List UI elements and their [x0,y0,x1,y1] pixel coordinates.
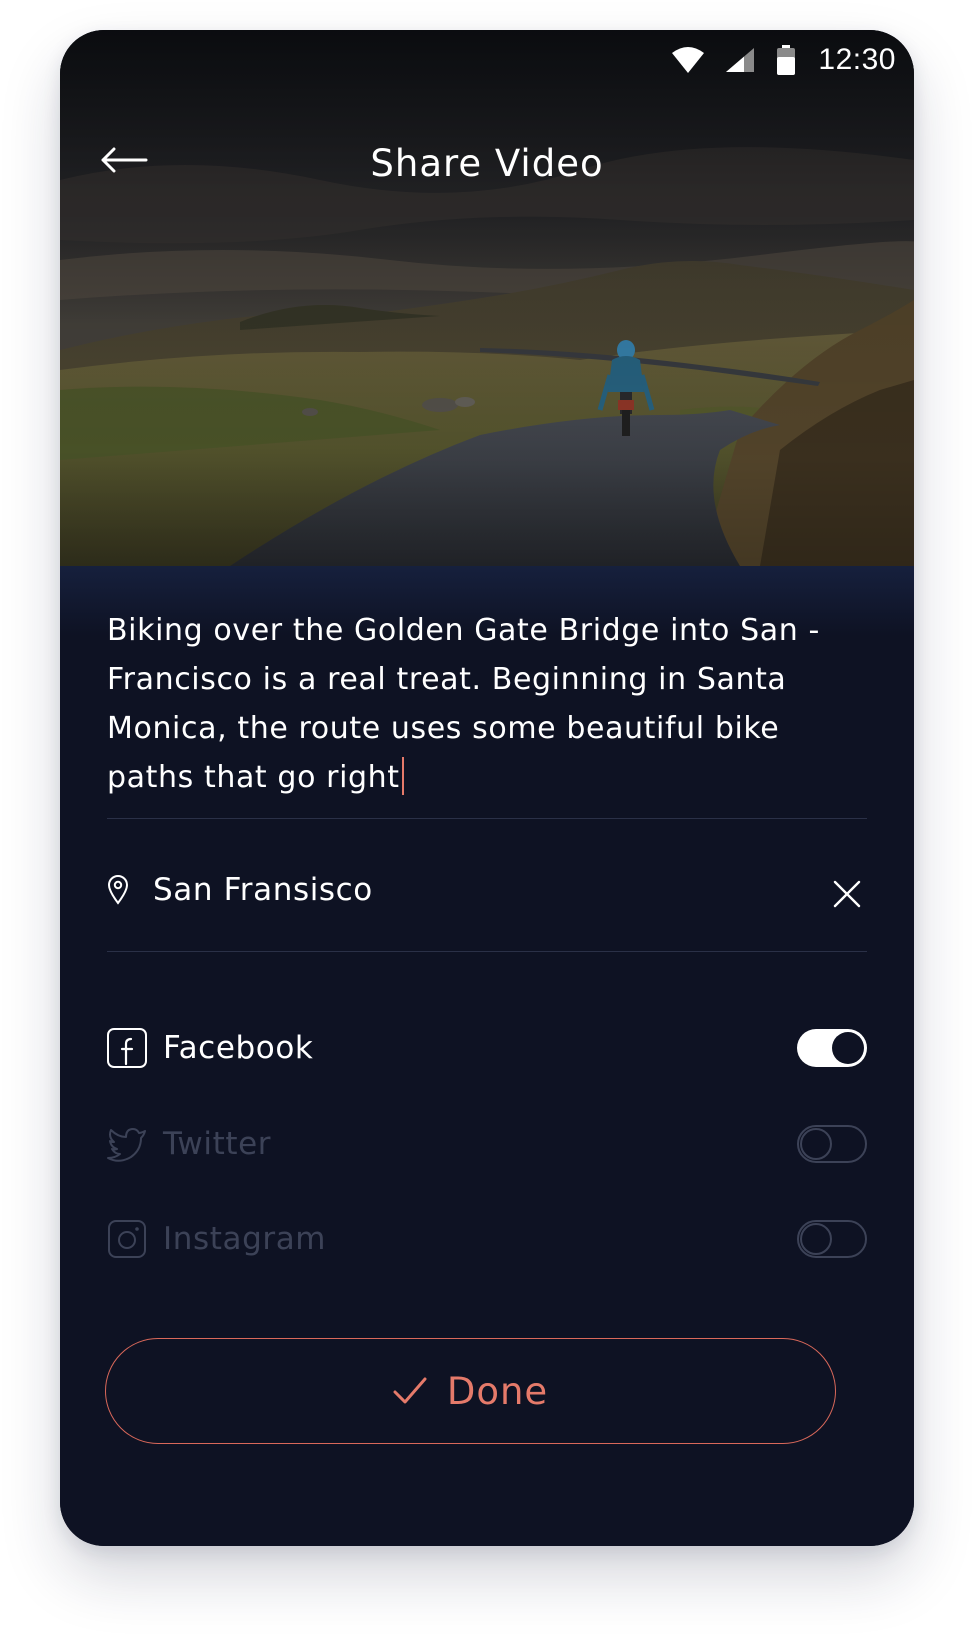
toggle-knob [800,1128,832,1160]
done-label: Done [446,1369,549,1413]
phone-screen: 12:30 Share Video Biking over the Golden… [60,30,914,1546]
landscape-image [60,30,914,566]
social-row-instagram: Instagram [107,1209,867,1269]
done-button[interactable]: Done [105,1338,836,1444]
wifi-icon [672,47,705,73]
app-bar: Share Video [60,130,914,190]
twitter-icon [107,1124,147,1164]
map-pin-icon [107,875,129,905]
location-divider [107,951,867,952]
description-textarea[interactable]: Biking over the Golden Gate Bridge into … [107,606,897,802]
twitter-toggle[interactable] [797,1125,867,1163]
video-thumbnail[interactable] [60,30,914,566]
toggle-knob [832,1032,864,1064]
social-row-facebook: Facebook [107,1018,867,1078]
description-text: Biking over the Golden Gate Bridge into … [107,613,820,795]
page-title: Share Video [370,142,604,185]
instagram-icon [107,1219,147,1259]
share-form: Biking over the Golden Gate Bridge into … [60,566,914,1546]
location-value: San Fransisco [153,872,373,908]
social-label-instagram: Instagram [163,1221,327,1257]
status-time: 12:30 [818,43,896,76]
clear-location-button[interactable] [827,874,867,914]
location-field[interactable]: San Fransisco [107,862,867,918]
text-cursor [401,757,404,795]
facebook-icon [107,1028,147,1068]
toggle-knob [800,1223,832,1255]
facebook-toggle[interactable] [797,1029,867,1067]
description-divider [107,818,867,819]
social-label-facebook: Facebook [163,1030,314,1066]
check-icon [393,1377,427,1404]
social-label-twitter: Twitter [163,1126,272,1162]
battery-icon [776,45,796,75]
status-bar: 12:30 [672,40,896,80]
close-icon [833,880,861,908]
instagram-toggle[interactable] [797,1220,867,1258]
social-row-twitter: Twitter [107,1114,867,1174]
cellular-signal-icon [726,48,755,72]
